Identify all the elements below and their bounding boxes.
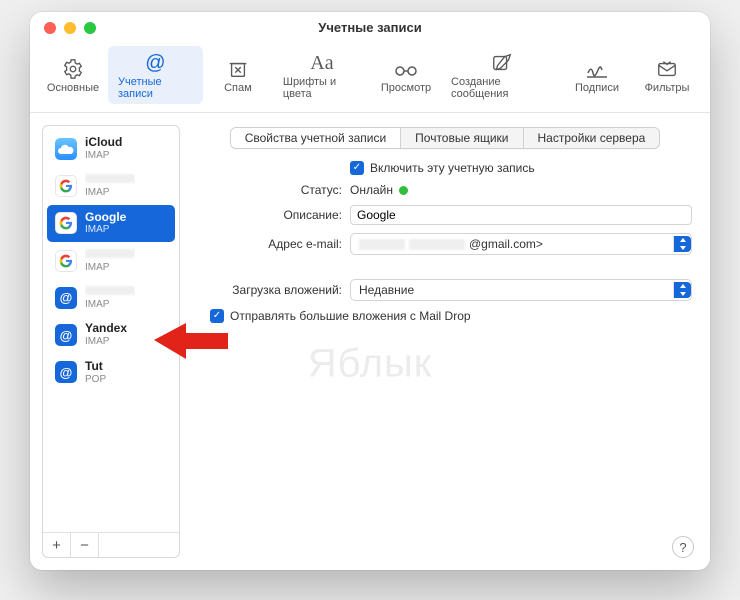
account-form: Включить эту учетную запись Статус: Онла… (192, 161, 698, 323)
account-info: IMAP (85, 248, 135, 273)
compose-icon (491, 50, 513, 76)
dropdown-arrows-icon (673, 282, 691, 298)
fonts-icon: Aa (310, 50, 333, 76)
email-suffix: @gmail.com> (469, 237, 543, 251)
tab-signatures[interactable]: Подписи (562, 46, 632, 104)
account-info: IMAP (85, 285, 135, 310)
email-label: Адрес e-mail: (192, 237, 342, 251)
accounts-list[interactable]: iCloudIMAPIMAPGoogleIMAPIMAP@IMAP@Yandex… (43, 126, 179, 532)
remove-account-button[interactable]: − (71, 533, 99, 557)
tab-label: Учетные записи (118, 76, 193, 100)
tab-label: Спам (224, 82, 252, 94)
google-icon (55, 175, 77, 197)
account-name (85, 248, 135, 262)
enable-account-label: Включить эту учетную запись (370, 161, 535, 175)
gear-icon (62, 56, 84, 82)
tab-general[interactable]: Основные (38, 46, 108, 104)
status-label: Статус: (192, 183, 342, 197)
account-row[interactable]: @ IMAP (47, 279, 175, 316)
account-row[interactable]: @ YandexIMAP (47, 316, 175, 353)
account-name: Tut (85, 360, 106, 374)
trash-x-icon (227, 56, 249, 82)
account-name: Google (85, 211, 126, 225)
generic-icon: @ (55, 287, 77, 309)
segment-account-info[interactable]: Свойства учетной записи (231, 128, 401, 148)
window-title: Учетные записи (318, 20, 421, 35)
account-info: IMAP (85, 173, 135, 198)
attachments-label: Загрузка вложений: (192, 283, 342, 297)
email-select[interactable]: @gmail.com> (350, 233, 692, 255)
account-row[interactable]: GoogleIMAP (47, 205, 175, 242)
account-name (85, 285, 135, 299)
tab-label: Основные (47, 82, 99, 94)
account-protocol: POP (85, 374, 106, 386)
signature-icon (585, 56, 609, 82)
tab-fonts[interactable]: Aa Шрифты и цвета (273, 46, 371, 104)
tab-label: Фильтры (645, 82, 690, 94)
description-input[interactable] (350, 205, 692, 225)
icloud-icon (55, 138, 77, 160)
glasses-icon (393, 56, 419, 82)
add-account-button[interactable]: + (43, 533, 71, 557)
window-controls (44, 22, 96, 34)
account-detail: Свойства учетной записи Почтовые ящики Н… (192, 125, 698, 558)
enable-account-checkbox[interactable] (350, 161, 364, 175)
preferences-window: Учетные записи Основные @ Учетные записи… (30, 12, 710, 570)
account-protocol: IMAP (85, 262, 135, 274)
account-row[interactable]: IMAP (47, 167, 175, 204)
tab-junk[interactable]: Спам (203, 46, 273, 104)
help-button[interactable]: ? (672, 536, 694, 558)
account-row[interactable]: IMAP (47, 242, 175, 279)
account-name: iCloud (85, 136, 122, 150)
account-protocol: IMAP (85, 299, 135, 311)
account-protocol: IMAP (85, 336, 127, 348)
content-area: iCloudIMAPIMAPGoogleIMAPIMAP@IMAP@Yandex… (30, 113, 710, 570)
maildrop-label: Отправлять большие вложения с Mail Drop (230, 309, 471, 323)
sidebar-footer: + − (43, 532, 179, 557)
account-protocol: IMAP (85, 187, 135, 199)
tab-label: Подписи (575, 82, 619, 94)
account-row[interactable]: @ TutPOP (47, 354, 175, 391)
accounts-sidebar: iCloudIMAPIMAPGoogleIMAPIMAP@IMAP@Yandex… (42, 125, 180, 558)
attachments-value: Недавние (359, 283, 414, 297)
maildrop-checkbox[interactable] (210, 309, 224, 323)
account-info: YandexIMAP (85, 322, 127, 347)
account-protocol: IMAP (85, 150, 122, 162)
zoom-icon[interactable] (84, 22, 96, 34)
redacted-text (409, 239, 465, 250)
tab-viewing[interactable]: Просмотр (371, 46, 441, 104)
dropdown-arrows-icon (673, 236, 691, 252)
generic-icon: @ (55, 361, 77, 383)
redacted-text (359, 239, 405, 250)
status-value: Онлайн (350, 183, 393, 197)
google-icon (55, 250, 77, 272)
account-info: iCloudIMAP (85, 136, 122, 161)
tab-label: Создание сообщения (451, 76, 552, 100)
google-icon (55, 212, 77, 234)
account-protocol: IMAP (85, 224, 126, 236)
account-name (85, 173, 135, 187)
detail-tabs: Свойства учетной записи Почтовые ящики Н… (192, 127, 698, 149)
account-name: Yandex (85, 322, 127, 336)
tab-rules[interactable]: Фильтры (632, 46, 702, 104)
segment-server[interactable]: Настройки сервера (524, 128, 660, 148)
tab-composing[interactable]: Создание сообщения (441, 46, 562, 104)
at-icon: @ (145, 50, 165, 76)
account-info: TutPOP (85, 360, 106, 385)
segment-mailboxes[interactable]: Почтовые ящики (401, 128, 523, 148)
close-icon[interactable] (44, 22, 56, 34)
status-online-icon (399, 186, 408, 195)
prefs-toolbar: Основные @ Учетные записи Спам Aa Шрифты… (30, 42, 710, 113)
envelope-filter-icon (656, 56, 678, 82)
generic-icon: @ (55, 324, 77, 346)
tab-label: Шрифты и цвета (283, 76, 361, 100)
account-info: GoogleIMAP (85, 211, 126, 236)
tab-label: Просмотр (381, 82, 431, 94)
attachments-select[interactable]: Недавние (350, 279, 692, 301)
titlebar: Учетные записи (30, 12, 710, 42)
minimize-icon[interactable] (64, 22, 76, 34)
account-row[interactable]: iCloudIMAP (47, 130, 175, 167)
tab-accounts[interactable]: @ Учетные записи (108, 46, 203, 104)
description-label: Описание: (192, 208, 342, 222)
